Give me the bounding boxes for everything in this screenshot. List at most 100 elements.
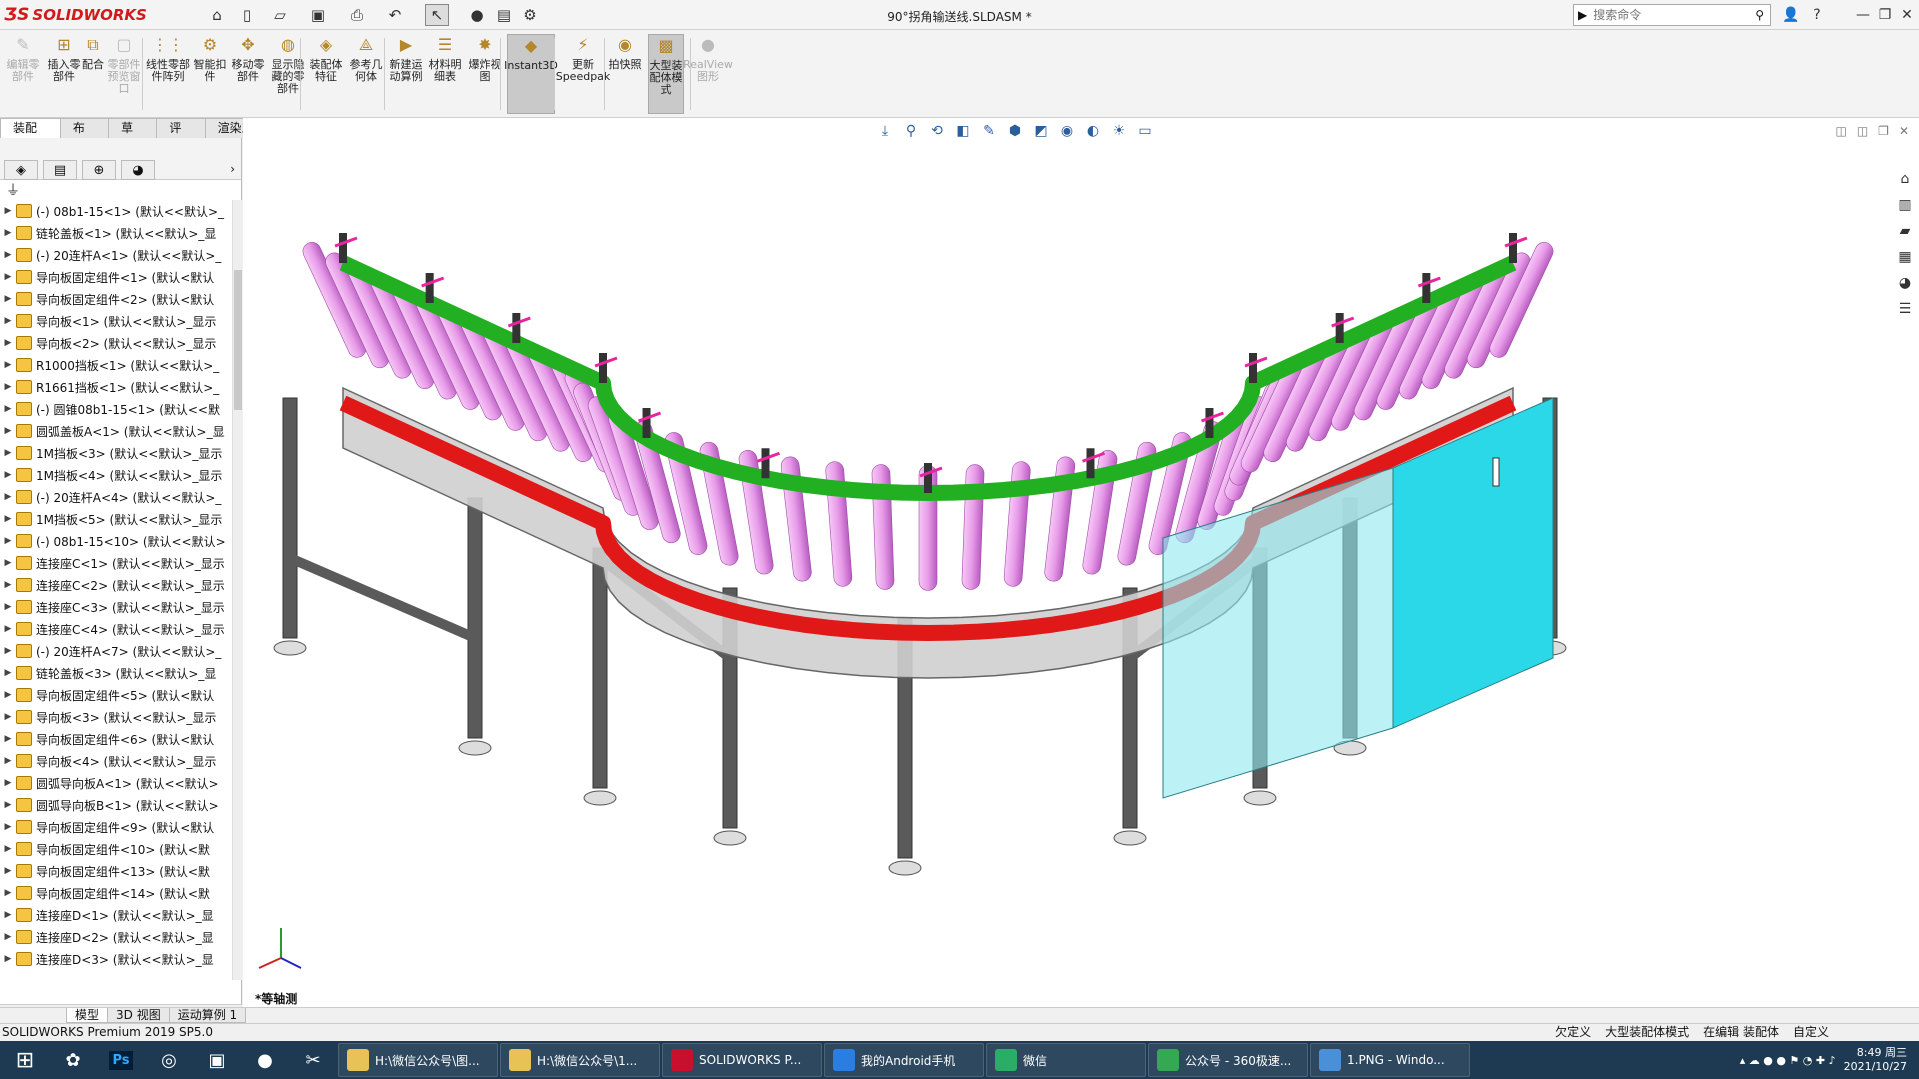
expand-arrow-icon[interactable]: ▶ bbox=[0, 294, 16, 304]
taskbar-window[interactable]: H:\微信公众号\图... bbox=[338, 1043, 498, 1077]
reference-geometry-button[interactable]: ⟁ 参考几 何体 bbox=[348, 34, 384, 114]
search-icon[interactable]: ⚲ bbox=[1755, 8, 1764, 22]
home-icon[interactable]: ⌂ bbox=[205, 4, 229, 26]
traffic-light-icon[interactable]: ● bbox=[465, 4, 489, 26]
expand-arrow-icon[interactable]: ▶ bbox=[0, 228, 16, 238]
tree-item[interactable]: ▶ 导向板<1> (默认<<默认>_显示 bbox=[0, 310, 232, 332]
expand-arrow-icon[interactable]: ▶ bbox=[0, 734, 16, 744]
snapshot-button[interactable]: ◉ 拍快照 bbox=[609, 34, 642, 114]
tree-item[interactable]: ▶ 导向板固定组件<1> (默认<默认 bbox=[0, 266, 232, 288]
expand-arrow-icon[interactable]: ▶ bbox=[0, 756, 16, 766]
exploded-view-button[interactable]: ✸ 爆炸视 图 bbox=[468, 34, 502, 114]
expand-arrow-icon[interactable]: ▶ bbox=[0, 404, 16, 414]
expand-arrow-icon[interactable]: ▶ bbox=[0, 712, 16, 722]
property-manager-tab-icon[interactable]: ▤ bbox=[43, 160, 77, 180]
tree-item[interactable]: ▶ 导向板固定组件<10> (默认<默 bbox=[0, 838, 232, 860]
status-item[interactable]: 欠定义 bbox=[1555, 1024, 1591, 1041]
preview-button[interactable]: ▢ 零部件 预览窗 口 bbox=[108, 34, 141, 114]
motion-study-button[interactable]: ▶ 新建运 动算例 bbox=[388, 34, 424, 114]
viewport-next-icon[interactable]: ◫ bbox=[1857, 124, 1868, 138]
expand-arrow-icon[interactable]: ▶ bbox=[0, 888, 16, 898]
expand-arrow-icon[interactable]: ▶ bbox=[0, 602, 16, 612]
tree-item[interactable]: ▶ 1M挡板<4> (默认<<默认>_显示 bbox=[0, 464, 232, 486]
search-box[interactable]: ▶ ⚲ bbox=[1573, 4, 1771, 26]
expand-arrow-icon[interactable]: ▶ bbox=[0, 514, 16, 524]
status-item[interactable]: 大型装配体模式 bbox=[1605, 1024, 1689, 1041]
conveyor-3d-model[interactable] bbox=[243, 138, 1883, 898]
solidworks-logo[interactable]: ƷS SOLIDWORKS bbox=[4, 3, 152, 27]
task-pane-home-icon[interactable]: ⌂ bbox=[1893, 168, 1917, 190]
tree-item[interactable]: ▶ 连接座C<1> (默认<<默认>_显示 bbox=[0, 552, 232, 574]
realview-button[interactable]: ● RealView 图形 bbox=[683, 34, 733, 114]
tree-item[interactable]: ▶ 导向板固定组件<14> (默认<默 bbox=[0, 882, 232, 904]
expand-arrow-icon[interactable]: ▶ bbox=[0, 206, 16, 216]
tree-item[interactable]: ▶ R1661挡板<1> (默认<<默认>_ bbox=[0, 376, 232, 398]
tree-item[interactable]: ▶ 圆弧导向板A<1> (默认<<默认> bbox=[0, 772, 232, 794]
expand-arrow-icon[interactable]: ▶ bbox=[0, 668, 16, 678]
tab-0[interactable]: 装配体 bbox=[0, 118, 61, 154]
taskbar-window[interactable]: SOLIDWORKS P... bbox=[662, 1043, 822, 1077]
tree-item[interactable]: ▶ 导向板<2> (默认<<默认>_显示 bbox=[0, 332, 232, 354]
minimize-button[interactable]: — bbox=[1852, 4, 1874, 26]
tree-item[interactable]: ▶ (-) 20连杆A<1> (默认<<默认>_ bbox=[0, 244, 232, 266]
tree-item[interactable]: ▶ 导向板<4> (默认<<默认>_显示 bbox=[0, 750, 232, 772]
expand-arrow-icon[interactable]: ▶ bbox=[0, 580, 16, 590]
expand-arrow-icon[interactable]: ▶ bbox=[0, 822, 16, 832]
panel-expand-chevron-icon[interactable]: › bbox=[230, 162, 235, 176]
photoshop-icon[interactable]: Ps bbox=[98, 1043, 144, 1077]
bottom-tab-1[interactable]: 3D 视图 bbox=[107, 1008, 170, 1023]
expand-arrow-icon[interactable]: ▶ bbox=[0, 558, 16, 568]
linear-pattern-button[interactable]: ⋮⋮ 线性零部 件阵列 bbox=[146, 34, 190, 114]
tree-item[interactable]: ▶ 连接座C<4> (默认<<默认>_显示 bbox=[0, 618, 232, 640]
expand-arrow-icon[interactable]: ▶ bbox=[0, 492, 16, 502]
tree-item[interactable]: ▶ 导向板<3> (默认<<默认>_显示 bbox=[0, 706, 232, 728]
360-icon[interactable]: ✿ bbox=[50, 1043, 96, 1077]
bottom-tab-0[interactable]: 模型 bbox=[66, 1008, 109, 1023]
expand-arrow-icon[interactable]: ▶ bbox=[0, 932, 16, 942]
viewport-close-icon[interactable]: ✕ bbox=[1899, 124, 1909, 138]
expand-arrow-icon[interactable]: ▶ bbox=[0, 272, 16, 282]
speedpak-button[interactable]: ⚡ 更新 Speedpak bbox=[556, 34, 611, 114]
insert-part-button[interactable]: ⊞ 插入零 部件 bbox=[46, 34, 82, 114]
tool-pinned-icon[interactable]: ✂ bbox=[290, 1043, 336, 1077]
file-properties-icon[interactable]: ▤ bbox=[492, 4, 516, 26]
tree-item[interactable]: ▶ 连接座D<2> (默认<<默认>_显 bbox=[0, 926, 232, 948]
viewport-restore-icon[interactable]: ❐ bbox=[1878, 124, 1889, 138]
tree-item[interactable]: ▶ 导向板固定组件<2> (默认<默认 bbox=[0, 288, 232, 310]
tab-3[interactable]: 评估 bbox=[156, 118, 206, 154]
assembly-feature-button[interactable]: ◈ 装配体 特征 bbox=[308, 34, 344, 114]
options-gear-icon[interactable]: ⚙ bbox=[518, 4, 542, 26]
configuration-manager-tab-icon[interactable]: ⊕ bbox=[82, 160, 116, 180]
start-button[interactable]: ⊞ bbox=[0, 1041, 50, 1079]
tree-item[interactable]: ▶ (-) 08b1-15<10> (默认<<默认> bbox=[0, 530, 232, 552]
taskbar-window[interactable]: 1.PNG - Windo... bbox=[1310, 1043, 1470, 1077]
tree-item[interactable]: ▶ 1M挡板<5> (默认<<默认>_显示 bbox=[0, 508, 232, 530]
instant3d-button[interactable]: ◆ Instant3D bbox=[504, 34, 558, 114]
taskbar-window[interactable]: 我的Android手机 bbox=[824, 1043, 984, 1077]
tree-item[interactable]: ▶ 圆弧盖板A<1> (默认<<默认>_显 bbox=[0, 420, 232, 442]
bom-button[interactable]: ☰ 材料明 细表 bbox=[428, 34, 462, 114]
task-pane-appearance-icon[interactable]: ◕ bbox=[1893, 272, 1917, 294]
expand-arrow-icon[interactable]: ▶ bbox=[0, 954, 16, 964]
tab-1[interactable]: 布局 bbox=[59, 118, 110, 154]
app-pinned-icon[interactable]: ▣ bbox=[194, 1043, 240, 1077]
search-input[interactable] bbox=[1593, 8, 1744, 22]
close-button[interactable]: ✕ bbox=[1896, 4, 1918, 26]
expand-arrow-icon[interactable]: ▶ bbox=[0, 382, 16, 392]
tab-2[interactable]: 草图 bbox=[108, 118, 158, 154]
task-pane-palette-icon[interactable]: ▦ bbox=[1893, 246, 1917, 268]
tree-item[interactable]: ▶ 链轮盖板<3> (默认<<默认>_显 bbox=[0, 662, 232, 684]
expand-arrow-icon[interactable]: ▶ bbox=[0, 910, 16, 920]
tree-item[interactable]: ▶ (-) 20连杆A<7> (默认<<默认>_ bbox=[0, 640, 232, 662]
expand-arrow-icon[interactable]: ▶ bbox=[0, 800, 16, 810]
taskbar-window[interactable]: 微信 bbox=[986, 1043, 1146, 1077]
expand-arrow-icon[interactable]: ▶ bbox=[0, 360, 16, 370]
tray-icons[interactable]: ▴ ☁ ● ● ⚑ ◔ ✚ ♪ bbox=[1740, 1054, 1836, 1067]
task-pane-explorer-icon[interactable]: ▰ bbox=[1893, 220, 1917, 242]
expand-arrow-icon[interactable]: ▶ bbox=[0, 624, 16, 634]
tree-item[interactable]: ▶ 连接座C<3> (默认<<默认>_显示 bbox=[0, 596, 232, 618]
expand-arrow-icon[interactable]: ▶ bbox=[0, 316, 16, 326]
tree-item[interactable]: ▶ 1M挡板<3> (默认<<默认>_显示 bbox=[0, 442, 232, 464]
tree-item[interactable]: ▶ 导向板固定组件<6> (默认<默认 bbox=[0, 728, 232, 750]
tree-item[interactable]: ▶ R1000挡板<1> (默认<<默认>_ bbox=[0, 354, 232, 376]
